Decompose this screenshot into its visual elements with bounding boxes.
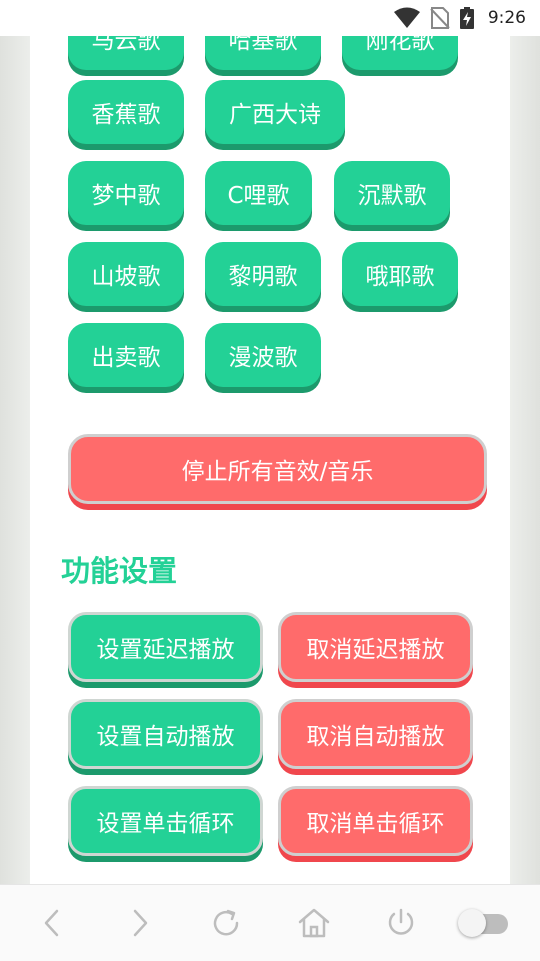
section-title: 功能设置 [61, 554, 178, 588]
bottom-nav-bar [0, 884, 540, 961]
refresh-icon [213, 909, 239, 936]
song-button[interactable]: 山坡歌 [68, 242, 184, 306]
song-button[interactable]: 哦耶歌 [342, 242, 458, 306]
cancel-delay-button[interactable]: 取消延迟播放 [278, 612, 473, 682]
content-card[interactable]: 马云歌 哈基歌 刚花歌 香蕉歌 广西大诗 梦中歌 C哩歌 沉默歌 山坡歌 黎明歌… [30, 36, 510, 884]
song-button[interactable]: 漫波歌 [205, 323, 321, 387]
back-button[interactable] [34, 905, 70, 941]
power-icon [388, 908, 414, 935]
no-sim-icon [430, 7, 450, 29]
power-button[interactable] [383, 905, 419, 941]
set-click-loop-button[interactable]: 设置单击循环 [68, 786, 263, 856]
status-time: 9:26 [487, 8, 526, 28]
cancel-click-loop-button[interactable]: 取消单击循环 [278, 786, 473, 856]
back-icon [44, 909, 59, 937]
cancel-auto-play-button[interactable]: 取消自动播放 [278, 699, 473, 769]
forward-icon [133, 909, 148, 937]
song-button[interactable]: 梦中歌 [68, 161, 184, 225]
set-delay-button[interactable]: 设置延迟播放 [68, 612, 263, 682]
right-gutter [510, 36, 540, 884]
song-button[interactable]: 沉默歌 [334, 161, 450, 225]
left-gutter [0, 36, 30, 884]
song-button[interactable]: 哈基歌 [205, 36, 321, 70]
status-bar: 9:26 [0, 0, 540, 36]
song-button[interactable]: C哩歌 [205, 161, 312, 225]
battery-charging-icon [459, 7, 474, 29]
song-button[interactable]: 黎明歌 [205, 242, 321, 306]
home-icon [298, 908, 330, 938]
song-button[interactable]: 刚花歌 [342, 36, 458, 70]
refresh-button[interactable] [208, 905, 244, 941]
status-icons: 9:26 [393, 6, 526, 30]
toggle-switch[interactable] [458, 907, 508, 939]
song-button[interactable]: 出卖歌 [68, 323, 184, 387]
forward-button[interactable] [122, 905, 158, 941]
wifi-icon [393, 7, 420, 28]
stop-all-button[interactable]: 停止所有音效/音乐 [68, 434, 487, 504]
set-auto-play-button[interactable]: 设置自动播放 [68, 699, 263, 769]
home-button[interactable] [296, 905, 332, 941]
song-button[interactable]: 香蕉歌 [68, 80, 184, 144]
song-button[interactable]: 马云歌 [68, 36, 184, 70]
song-button[interactable]: 广西大诗 [205, 80, 345, 144]
toggle-knob[interactable] [458, 909, 486, 937]
